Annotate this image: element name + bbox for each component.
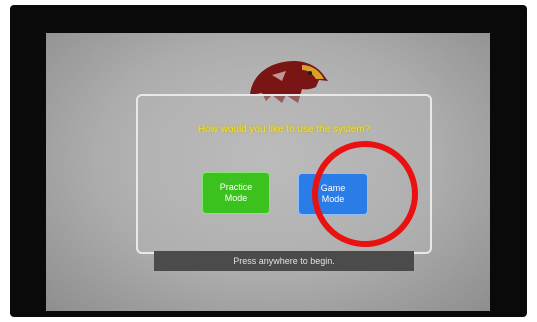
practice-mode-label-line1: Practice: [219, 182, 253, 192]
press-to-begin-bar[interactable]: Press anywhere to begin.: [154, 251, 414, 271]
practice-mode-label-line2: Mode: [224, 193, 248, 203]
game-mode-label-line1: Game: [320, 183, 346, 193]
game-mode-label-line2: Mode: [321, 194, 345, 204]
dialog-prompt: How would you like to use the system?: [197, 124, 371, 135]
practice-mode-button[interactable]: Practice Mode: [202, 172, 270, 214]
touch-screen[interactable]: How would you like to use the system? Pr…: [46, 33, 490, 311]
game-mode-button[interactable]: Game Mode: [298, 173, 368, 215]
monitor-bezel: How would you like to use the system? Pr…: [10, 5, 527, 317]
mode-selection-dialog: How would you like to use the system? Pr…: [136, 94, 432, 254]
